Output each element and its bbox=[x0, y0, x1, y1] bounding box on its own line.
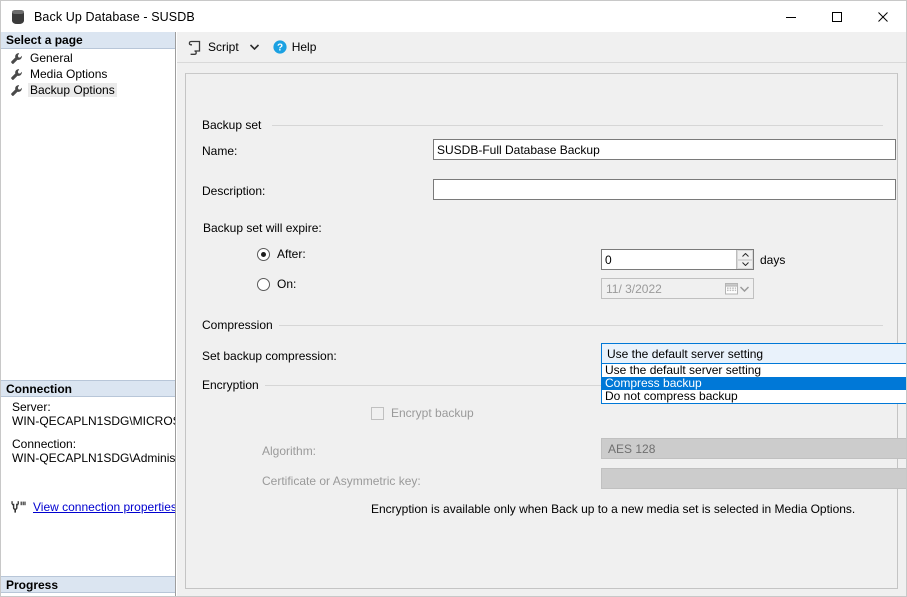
algorithm-select[interactable]: AES 128 bbox=[601, 438, 906, 459]
expire-label: Backup set will expire: bbox=[203, 221, 322, 235]
backup-database-dialog: Back Up Database - SUSDB Select a page G… bbox=[0, 0, 907, 597]
connection-label: Connection: bbox=[12, 437, 77, 451]
database-icon bbox=[10, 9, 26, 25]
sidebar-item-label: Media Options bbox=[30, 67, 108, 81]
backup-name-input[interactable]: SUSDB-Full Database Backup bbox=[433, 139, 896, 160]
sidebar-item-general[interactable]: General bbox=[1, 50, 175, 66]
svg-text:?: ? bbox=[277, 43, 283, 54]
on-label: On: bbox=[277, 277, 297, 291]
set-backup-compression-label: Set backup compression: bbox=[202, 349, 337, 363]
compression-group-line bbox=[277, 325, 883, 326]
view-connection-properties-link[interactable]: View connection properties bbox=[33, 500, 175, 514]
script-icon bbox=[188, 40, 201, 55]
encrypt-backup-checkbox-row[interactable]: Encrypt backup bbox=[371, 406, 474, 420]
on-radio[interactable] bbox=[257, 277, 270, 291]
connection-info: Server: WIN-QECAPLN1SDG\MICROSOF Connect… bbox=[1, 400, 176, 465]
progress-header: Progress bbox=[1, 576, 175, 593]
expire-on-date-input[interactable]: 11/ 3/2022 bbox=[601, 278, 754, 299]
after-label: After: bbox=[277, 247, 306, 261]
chevron-down-icon[interactable] bbox=[740, 285, 749, 292]
wrench-icon bbox=[11, 52, 22, 64]
sidebar-item-backup-options[interactable]: Backup Options bbox=[1, 82, 175, 98]
sidebar-item-label: Backup Options bbox=[28, 83, 117, 97]
content-area: Script ? Help Backup set Name: SUSDB-Ful… bbox=[177, 32, 906, 596]
encrypt-backup-checkbox[interactable] bbox=[371, 406, 384, 420]
days-unit-label: days bbox=[760, 253, 786, 267]
connection-value: WIN-QECAPLN1SDG\Administrato bbox=[12, 451, 176, 465]
expire-after-days-stepper[interactable]: 0 bbox=[601, 249, 754, 270]
server-label: Server: bbox=[12, 400, 51, 414]
algorithm-value: AES 128 bbox=[608, 441, 656, 456]
on-radio-row[interactable]: On: bbox=[257, 277, 296, 291]
maximize-button[interactable] bbox=[814, 1, 860, 32]
page-list: General Media Options Backup Options bbox=[1, 50, 175, 98]
after-radio[interactable] bbox=[257, 247, 270, 261]
calendar-icon bbox=[725, 283, 738, 295]
expire-on-date-value[interactable]: 11/ 3/2022 bbox=[602, 282, 725, 296]
after-radio-row[interactable]: After: bbox=[257, 247, 306, 261]
backup-compression-select[interactable]: Use the default server setting bbox=[601, 343, 906, 364]
stepper-buttons[interactable] bbox=[736, 250, 753, 269]
help-circle-icon: ? bbox=[273, 40, 287, 54]
expire-after-days-value[interactable]: 0 bbox=[602, 253, 736, 267]
close-button[interactable] bbox=[860, 1, 906, 32]
chevron-down-icon[interactable] bbox=[249, 44, 259, 50]
algorithm-label: Algorithm: bbox=[262, 444, 317, 458]
encryption-group-label: Encryption bbox=[202, 378, 265, 392]
certificate-select[interactable] bbox=[601, 468, 906, 489]
description-label: Description: bbox=[202, 184, 266, 198]
backup-description-input[interactable] bbox=[433, 179, 896, 200]
connection-properties-icon bbox=[11, 501, 26, 513]
minimize-button[interactable] bbox=[768, 1, 814, 32]
select-a-page-header: Select a page bbox=[1, 32, 175, 49]
compression-group-label: Compression bbox=[202, 318, 279, 332]
toolbar: Script ? Help bbox=[177, 32, 906, 63]
help-label: Help bbox=[291, 40, 317, 54]
stepper-down-button[interactable] bbox=[737, 259, 753, 269]
connection-header: Connection bbox=[1, 380, 175, 397]
window-title: Back Up Database - SUSDB bbox=[34, 9, 195, 24]
script-button[interactable]: Script bbox=[185, 36, 244, 58]
encryption-availability-note: Encryption is available only when Back u… bbox=[371, 502, 856, 516]
backup-set-group-line bbox=[272, 125, 883, 126]
view-connection-properties-row[interactable]: View connection properties bbox=[1, 500, 175, 514]
help-button[interactable]: ? Help bbox=[270, 36, 322, 58]
backup-compression-selected-value: Use the default server setting bbox=[607, 346, 764, 361]
backup-compression-dropdown-list[interactable]: Use the default server setting Compress … bbox=[601, 364, 906, 404]
sidebar: Select a page General Media Options Back… bbox=[1, 32, 176, 596]
wrench-icon bbox=[11, 68, 22, 80]
title-bar: Back Up Database - SUSDB bbox=[1, 1, 906, 32]
name-label: Name: bbox=[202, 144, 238, 158]
encrypt-backup-label: Encrypt backup bbox=[391, 406, 474, 420]
sidebar-item-media-options[interactable]: Media Options bbox=[1, 66, 175, 82]
window-controls bbox=[768, 1, 906, 32]
certificate-label: Certificate or Asymmetric key: bbox=[262, 474, 421, 488]
stepper-up-button[interactable] bbox=[737, 250, 753, 260]
sidebar-item-label: General bbox=[30, 51, 73, 65]
wrench-icon bbox=[11, 84, 22, 96]
dropdown-option-do-not-compress[interactable]: Do not compress backup bbox=[602, 390, 906, 403]
script-label: Script bbox=[208, 40, 239, 54]
server-value: WIN-QECAPLN1SDG\MICROSOF bbox=[12, 414, 175, 428]
backup-set-group-label: Backup set bbox=[202, 118, 268, 132]
